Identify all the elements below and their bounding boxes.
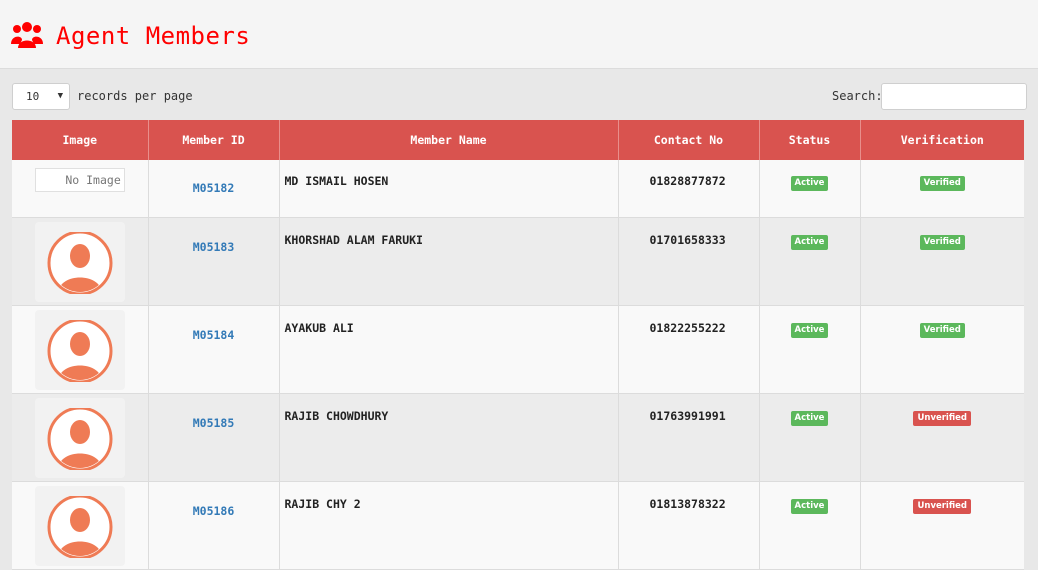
status-badge: Active (790, 410, 829, 426)
page-size-select[interactable]: 10 ▼ (12, 83, 70, 110)
avatar (34, 221, 125, 302)
broken-image: No Image (34, 168, 125, 192)
chevron-down-icon: ▼ (57, 91, 63, 101)
table-row: M05185 RAJIB CHOWDHURY 01763991991 Activ… (12, 393, 1024, 482)
verification-badge: Verified (919, 234, 965, 250)
records-per-page-label: records per page (77, 89, 193, 103)
member-name: KHORSHAD ALAM FARUKI (279, 217, 619, 306)
verification-badge: Unverified (913, 410, 971, 426)
column-header-member-id[interactable]: Member ID (148, 120, 280, 160)
table-row: M05183 KHORSHAD ALAM FARUKI 01701658333 … (12, 217, 1024, 306)
column-header-verification[interactable]: Verification (860, 120, 1024, 160)
table-header-row: Image Member ID Member Name Contact No S… (12, 120, 1024, 160)
status-badge: Active (790, 234, 829, 250)
member-name: RAJIB CHOWDHURY (279, 393, 619, 482)
page-title: Agent Members (56, 22, 251, 50)
contact-no: 01763991991 (618, 393, 760, 482)
status-badge: Active (790, 322, 829, 338)
contact-no: 01822255222 (618, 305, 760, 394)
page-header: Agent Members (0, 0, 1038, 69)
status-badge: Active (790, 176, 829, 191)
table-row: M05184 AYAKUB ALI 01822255222 Active Ver… (12, 305, 1024, 394)
member-id-link[interactable]: M05183 (148, 217, 280, 306)
verification-badge: Verified (919, 176, 965, 191)
user-avatar-icon (47, 407, 113, 470)
table-row: No Image M05182 MD ISMAIL HOSEN 01828877… (12, 160, 1024, 218)
verification-badge: Unverified (913, 498, 971, 514)
user-avatar-icon (47, 231, 113, 294)
verification-badge: Verified (919, 322, 965, 338)
member-id-link[interactable]: M05185 (148, 393, 280, 482)
column-header-image[interactable]: Image (12, 120, 149, 160)
search-label: Search: (832, 89, 883, 103)
contact-no: 01701658333 (618, 217, 760, 306)
user-avatar-icon (47, 495, 113, 558)
column-header-status[interactable]: Status (759, 120, 861, 160)
status-badge: Active (790, 498, 829, 514)
member-id-link[interactable]: M05186 (148, 481, 280, 570)
members-table: Image Member ID Member Name Contact No S… (12, 120, 1024, 570)
member-name: AYAKUB ALI (279, 305, 619, 394)
contact-no: 01828877872 (618, 160, 760, 218)
search-input[interactable] (881, 83, 1027, 110)
avatar (34, 397, 125, 478)
page-size-value: 10 (26, 90, 40, 103)
column-header-contact-no[interactable]: Contact No (618, 120, 760, 160)
avatar (34, 485, 125, 566)
avatar (34, 309, 125, 390)
users-icon (11, 22, 43, 48)
member-id-link[interactable]: M05184 (148, 305, 280, 394)
contact-no: 01813878322 (618, 481, 760, 570)
member-name: MD ISMAIL HOSEN (279, 160, 619, 218)
column-header-member-name[interactable]: Member Name (279, 120, 619, 160)
member-name: RAJIB CHY 2 (279, 481, 619, 570)
member-id-link[interactable]: M05182 (148, 160, 280, 218)
user-avatar-icon (47, 319, 113, 382)
table-row: M05186 RAJIB CHY 2 01813878322 Active Un… (12, 481, 1024, 570)
